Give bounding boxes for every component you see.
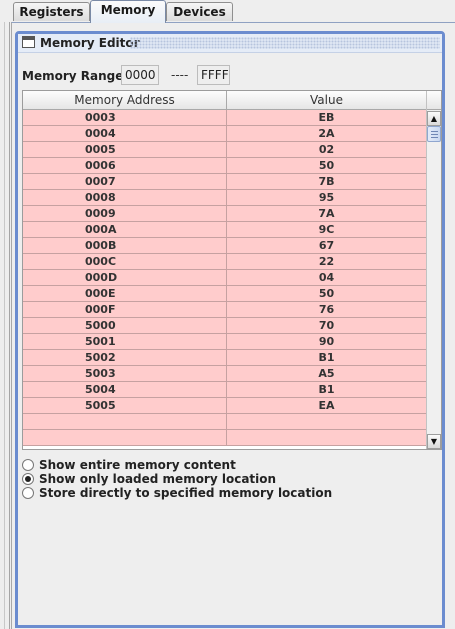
column-header-address[interactable]: Memory Address: [23, 91, 227, 110]
memory-table: Memory Address Value 0003 EB 0004 2A 0005 02 0…: [22, 90, 442, 450]
value-cell[interactable]: [227, 430, 427, 446]
table-row[interactable]: 000E 50: [23, 286, 427, 302]
memory-editor-frame: Memory Editor Memory Range: 0000 ---- FF…: [15, 31, 445, 628]
value-cell[interactable]: B1: [227, 350, 427, 366]
table-row[interactable]: 0007 7B: [23, 174, 427, 190]
table-row[interactable]: 5005 EA: [23, 398, 427, 414]
address-cell[interactable]: 000B: [23, 238, 227, 254]
option-show-entire[interactable]: Show entire memory content: [22, 458, 332, 472]
frame-title: Memory Editor: [40, 36, 140, 50]
address-cell[interactable]: 0005: [23, 142, 227, 158]
frame-title-bar[interactable]: Memory Editor: [18, 34, 442, 53]
table-row[interactable]: 0004 2A: [23, 126, 427, 142]
value-cell[interactable]: 2A: [227, 126, 427, 142]
address-cell[interactable]: 0007: [23, 174, 227, 190]
scroll-thumb[interactable]: [427, 126, 441, 142]
address-cell[interactable]: 5002: [23, 350, 227, 366]
value-cell[interactable]: 90: [227, 334, 427, 350]
divider: [4, 22, 5, 629]
range-start-field[interactable]: 0000: [121, 65, 159, 85]
value-cell[interactable]: 04: [227, 270, 427, 286]
address-cell[interactable]: 5001: [23, 334, 227, 350]
window-icon: [22, 36, 35, 48]
table-row[interactable]: [23, 430, 427, 446]
address-cell[interactable]: 0008: [23, 190, 227, 206]
table-row[interactable]: 5004 B1: [23, 382, 427, 398]
value-cell[interactable]: EA: [227, 398, 427, 414]
tab-devices[interactable]: Devices: [166, 2, 233, 21]
tab-memory[interactable]: Memory: [90, 0, 166, 23]
address-cell[interactable]: 000C: [23, 254, 227, 270]
value-cell[interactable]: 50: [227, 286, 427, 302]
address-cell[interactable]: 000A: [23, 222, 227, 238]
memory-tab-panel: Memory Editor Memory Range: 0000 ---- FF…: [11, 22, 455, 629]
address-cell[interactable]: 0006: [23, 158, 227, 174]
address-cell[interactable]: [23, 414, 227, 430]
title-bar-grip: [130, 37, 440, 49]
table-row[interactable]: 0005 02: [23, 142, 427, 158]
value-cell[interactable]: EB: [227, 110, 427, 126]
option-store-direct[interactable]: Store directly to specified memory locat…: [22, 486, 332, 500]
address-cell[interactable]: 0004: [23, 126, 227, 142]
memory-view-options: Show entire memory content Show only loa…: [22, 458, 332, 500]
table-row[interactable]: 5003 A5: [23, 366, 427, 382]
address-cell[interactable]: 000D: [23, 270, 227, 286]
range-separator: ----: [171, 68, 189, 82]
tab-registers[interactable]: Registers: [13, 2, 90, 21]
option-show-loaded[interactable]: Show only loaded memory location: [22, 472, 332, 486]
scroll-down-button[interactable]: ▼: [427, 434, 441, 449]
header-corner: [427, 91, 441, 110]
address-cell[interactable]: 0009: [23, 206, 227, 222]
table-row[interactable]: 0006 50: [23, 158, 427, 174]
value-cell[interactable]: 02: [227, 142, 427, 158]
tab-bar: Registers Memory Devices: [11, 0, 455, 23]
option-label: Show only loaded memory location: [39, 472, 277, 486]
address-cell[interactable]: 000F: [23, 302, 227, 318]
address-cell[interactable]: 5003: [23, 366, 227, 382]
address-cell[interactable]: [23, 430, 227, 446]
table-row[interactable]: 000C 22: [23, 254, 427, 270]
scroll-up-button[interactable]: ▲: [427, 111, 441, 126]
table-row[interactable]: 0008 95: [23, 190, 427, 206]
value-cell[interactable]: A5: [227, 366, 427, 382]
option-label: Store directly to specified memory locat…: [39, 486, 333, 500]
radio-button[interactable]: [22, 487, 34, 499]
memory-range-label: Memory Range:: [22, 69, 129, 83]
value-cell[interactable]: 76: [227, 302, 427, 318]
address-cell[interactable]: 000E: [23, 286, 227, 302]
address-cell[interactable]: 5004: [23, 382, 227, 398]
value-cell[interactable]: 70: [227, 318, 427, 334]
table-row[interactable]: 5001 90: [23, 334, 427, 350]
value-cell[interactable]: 7A: [227, 206, 427, 222]
option-label: Show entire memory content: [39, 458, 236, 472]
radio-button[interactable]: [22, 459, 34, 471]
table-row[interactable]: [23, 414, 427, 430]
table-row[interactable]: 0009 7A: [23, 206, 427, 222]
value-cell[interactable]: B1: [227, 382, 427, 398]
value-cell[interactable]: 67: [227, 238, 427, 254]
column-header-value[interactable]: Value: [227, 91, 427, 110]
table-row[interactable]: 0003 EB: [23, 110, 427, 126]
value-cell[interactable]: 95: [227, 190, 427, 206]
radio-button[interactable]: [22, 473, 34, 485]
table-row[interactable]: 000D 04: [23, 270, 427, 286]
address-cell[interactable]: 0003: [23, 110, 227, 126]
vertical-scrollbar[interactable]: ▲ ▼: [426, 91, 441, 449]
address-cell[interactable]: 5005: [23, 398, 227, 414]
value-cell[interactable]: [227, 414, 427, 430]
table-row[interactable]: 000F 76: [23, 302, 427, 318]
value-cell[interactable]: 50: [227, 158, 427, 174]
value-cell[interactable]: 7B: [227, 174, 427, 190]
table-row[interactable]: 5000 70: [23, 318, 427, 334]
table-header: Memory Address Value: [23, 91, 427, 110]
range-end-field[interactable]: FFFF: [197, 65, 230, 85]
table-row[interactable]: 000A 9C: [23, 222, 427, 238]
address-cell[interactable]: 5000: [23, 318, 227, 334]
left-panel-edge: [0, 22, 10, 629]
value-cell[interactable]: 9C: [227, 222, 427, 238]
table-body: 0003 EB 0004 2A 0005 02 0006 50 0007 7B 0008 95 0009…: [23, 110, 427, 449]
value-cell[interactable]: 22: [227, 254, 427, 270]
table-row[interactable]: 5002 B1: [23, 350, 427, 366]
table-row[interactable]: 000B 67: [23, 238, 427, 254]
